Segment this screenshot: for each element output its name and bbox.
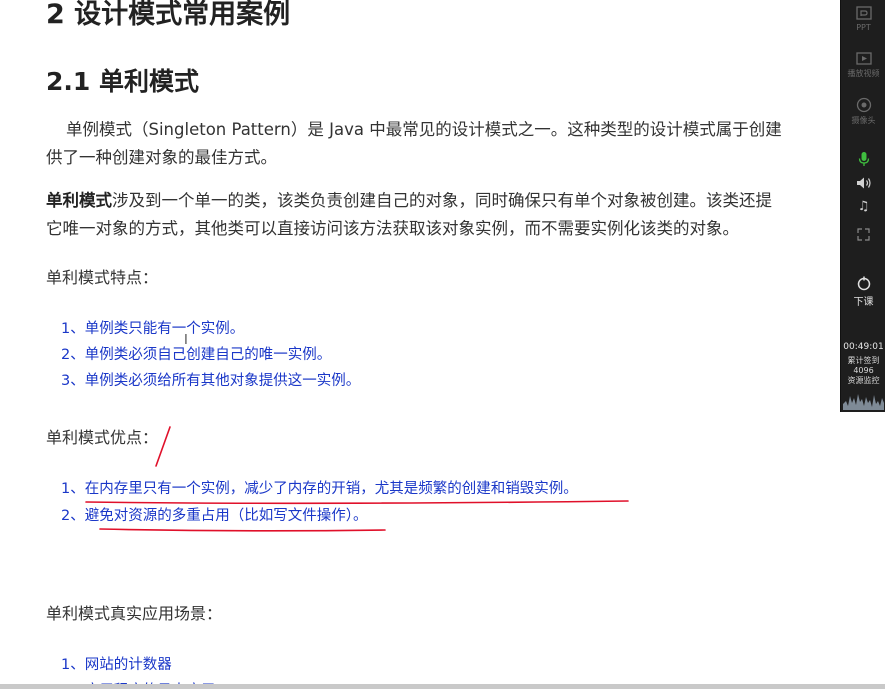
end-class-label: 下课 xyxy=(853,297,874,308)
end-class-icon xyxy=(857,276,870,291)
intro-paragraph: 单例模式（Singleton Pattern）是 Java 中最常见的设计模式之… xyxy=(46,116,782,172)
class-timer: 00:49:01 xyxy=(843,342,884,352)
document-view: 2 设计模式常用案例 2.1 单利模式 单例模式（Singleton Patte… xyxy=(0,0,840,689)
fullscreen-button[interactable] xyxy=(841,228,885,245)
play-video-icon xyxy=(855,52,872,65)
camera-label: 摄像头 xyxy=(851,116,876,125)
intro-line-2: 供了一种创建对象的最佳方式。 xyxy=(46,148,277,167)
microphone-button[interactable] xyxy=(841,151,885,171)
camera-button[interactable]: 摄像头 xyxy=(841,97,885,126)
speaker-button[interactable] xyxy=(841,176,885,194)
definition-line-1-text: 涉及到一个单一的类，该类负责创建自己的对象，同时确保只有单个对象被创建。该类还提 xyxy=(112,191,772,210)
microphone-icon xyxy=(858,152,869,166)
live-class-side-panel: PPT 播放视频 摄像头 ♫ 下课 00:49:01 累计签到 4096 资源监… xyxy=(840,0,885,412)
definition-line-1: 单利模式涉及到一个单一的类，该类负责创建自己的对象，同时确保只有单个对象被创建。… xyxy=(46,187,772,215)
ppt-icon xyxy=(855,6,872,20)
feature-item: 2、单例类必须自己创建自己的唯一实例。 xyxy=(61,347,332,363)
speaker-icon xyxy=(856,177,871,189)
info-line-1: 累计签到 xyxy=(847,356,880,365)
camera-icon xyxy=(856,97,871,113)
definition-term: 单利模式 xyxy=(46,191,112,210)
music-button[interactable]: ♫ xyxy=(841,199,885,214)
feature-item: 3、单例类必须给所有其他对象提供这一实例。 xyxy=(61,373,361,389)
advantage-item: 1、在内存里只有一个实例，减少了内存的开销，尤其是频繁的创建和销毁实例。 xyxy=(61,481,578,497)
fullscreen-icon xyxy=(857,228,870,241)
resource-monitor-graph xyxy=(843,394,884,410)
annotation-underline-2 xyxy=(99,528,386,532)
definition-line-2: 它唯一对象的方式，其他类可以直接访问该方法获取该对象实例，而不需要实例化该类的对… xyxy=(46,219,739,238)
info-line-3: 资源监控 xyxy=(847,376,880,385)
resource-info: 累计签到 4096 资源监控 xyxy=(841,356,885,386)
end-class-button[interactable]: 下课 xyxy=(841,275,885,308)
play-video-button[interactable]: 播放视频 xyxy=(841,52,885,79)
annotation-slash xyxy=(155,426,171,467)
play-video-label: 播放视频 xyxy=(847,69,880,78)
page-title: 2 设计模式常用案例 xyxy=(46,0,291,30)
advantages-label: 单利模式优点： xyxy=(46,428,159,447)
text-cursor-icon: I xyxy=(184,333,188,348)
scenario-item: 1、网站的计数器 xyxy=(61,657,172,673)
ppt-button[interactable]: PPT xyxy=(841,6,885,32)
annotation-underline-1 xyxy=(85,500,629,505)
ppt-label: PPT xyxy=(856,23,871,32)
section-title: 2.1 单利模式 xyxy=(46,67,199,96)
info-line-2: 4096 xyxy=(853,366,874,375)
intro-line-1: 单例模式（Singleton Pattern）是 Java 中最常见的设计模式之… xyxy=(66,120,782,139)
advantage-item: 2、避免对资源的多重占用（比如写文件操作）。 xyxy=(61,508,368,524)
horizontal-scrollbar[interactable] xyxy=(0,684,885,689)
feature-item: 1、单例类只能有一个实例。 xyxy=(61,321,245,337)
definition-paragraph: 单利模式涉及到一个单一的类，该类负责创建自己的对象，同时确保只有单个对象被创建。… xyxy=(46,187,772,243)
scenarios-label: 单利模式真实应用场景： xyxy=(46,604,223,623)
music-icon: ♫ xyxy=(857,199,870,214)
features-label: 单利模式特点： xyxy=(46,268,159,287)
